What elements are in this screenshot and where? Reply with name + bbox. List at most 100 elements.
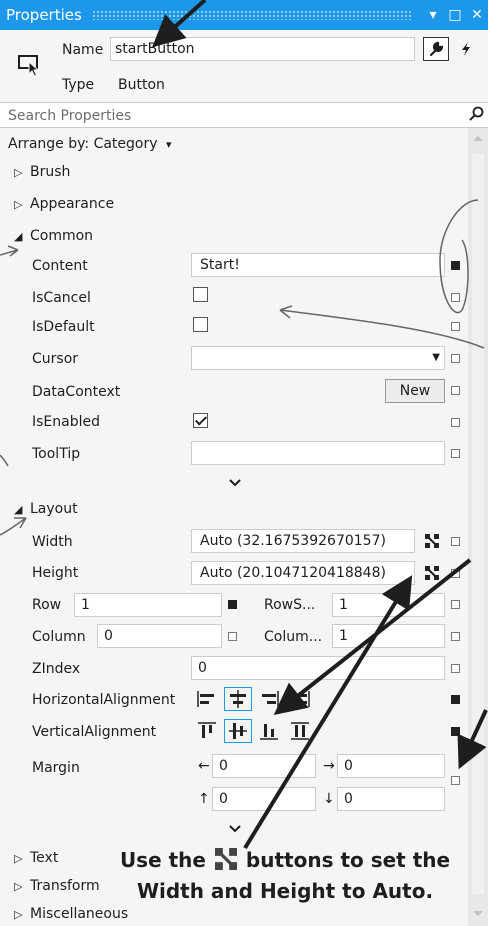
show-more-icon[interactable] — [228, 478, 242, 488]
instruction-callout: Use the buttons to set the Width and Hei… — [100, 845, 470, 907]
arrow-left-icon: ← — [198, 758, 210, 774]
search-bar — [0, 102, 488, 129]
expand-icon: ▷ — [14, 908, 23, 921]
align-stretch-vertical-icon[interactable] — [286, 719, 314, 743]
column-field[interactable]: 0 — [97, 624, 222, 648]
columnspan-label: Colum... — [264, 629, 323, 645]
title-grip[interactable] — [91, 10, 412, 20]
events-view-button[interactable] — [453, 37, 479, 61]
arrow-right-icon: → — [323, 758, 335, 774]
property-marker[interactable] — [228, 600, 237, 609]
callout-text: Use the — [119, 848, 206, 872]
properties-view-button[interactable] — [423, 37, 449, 61]
category-miscellaneous[interactable]: ▷ Miscellaneous — [14, 906, 128, 922]
align-center-button[interactable] — [224, 687, 252, 711]
halign-label: HorizontalAlignment — [32, 692, 176, 708]
isenabled-checkbox[interactable] — [193, 413, 208, 428]
align-left-icon[interactable] — [193, 687, 221, 711]
isdefault-checkbox[interactable] — [193, 317, 208, 332]
rowspan-label: RowS... — [264, 597, 316, 613]
property-marker[interactable] — [451, 632, 460, 641]
property-marker[interactable] — [451, 261, 460, 270]
button-control-icon — [18, 55, 40, 77]
align-top-icon[interactable] — [193, 719, 221, 743]
width-field[interactable]: Auto (32.1675392670157) — [191, 529, 415, 553]
column-label: Column — [32, 629, 86, 645]
margin-bottom-field[interactable]: 0 — [337, 787, 445, 811]
tooltip-field[interactable] — [191, 441, 445, 465]
category-brush[interactable]: ▷ Brush — [14, 164, 70, 180]
category-label: Transform — [30, 878, 100, 894]
property-marker[interactable] — [451, 695, 460, 704]
rowspan-field[interactable]: 1 — [332, 593, 445, 617]
property-marker[interactable] — [228, 632, 237, 641]
category-label: Text — [30, 850, 59, 866]
category-common[interactable]: ◢ Common — [14, 228, 93, 244]
category-text[interactable]: ▷ Text — [14, 850, 58, 866]
type-value: Button — [118, 77, 165, 93]
property-marker[interactable] — [451, 293, 460, 302]
category-appearance[interactable]: ▷ Appearance — [14, 196, 114, 212]
expand-icon: ▷ — [14, 880, 23, 893]
property-marker[interactable] — [451, 386, 460, 395]
property-marker[interactable] — [451, 664, 460, 673]
close-icon[interactable]: ✕ — [466, 7, 488, 23]
columnspan-field[interactable]: 1 — [332, 624, 445, 648]
name-label: Name — [62, 42, 104, 58]
new-button[interactable]: New — [385, 379, 445, 403]
tooltip-label: ToolTip — [32, 446, 81, 462]
scroll-up-icon[interactable] — [473, 136, 483, 141]
align-stretch-icon[interactable] — [286, 687, 314, 711]
row-field[interactable]: 1 — [74, 593, 222, 617]
type-label: Type — [62, 77, 95, 93]
collapse-icon: ◢ — [14, 503, 23, 516]
annotation-arrowhead — [0, 517, 27, 536]
property-marker[interactable] — [451, 727, 460, 736]
property-marker[interactable] — [451, 354, 460, 363]
search-icon[interactable] — [468, 106, 484, 122]
property-marker[interactable] — [451, 776, 460, 785]
height-field[interactable]: Auto (20.1047120418848) — [191, 561, 415, 585]
margin-left-field[interactable]: 0 — [212, 754, 316, 778]
content-field[interactable]: Start! — [191, 253, 445, 277]
category-label: Miscellaneous — [30, 906, 129, 922]
vertical-scrollbar[interactable] — [468, 128, 488, 926]
name-input[interactable] — [110, 37, 415, 61]
arrow-down-icon: ↓ — [323, 791, 335, 807]
set-auto-icon[interactable] — [425, 566, 439, 580]
margin-top-field[interactable]: 0 — [212, 787, 316, 811]
category-layout[interactable]: ◢ Layout — [14, 501, 78, 517]
scroll-thumb[interactable] — [472, 154, 484, 894]
expand-icon: ▷ — [14, 198, 23, 211]
property-marker[interactable] — [451, 569, 460, 578]
maximize-icon[interactable]: □ — [444, 7, 466, 23]
property-marker[interactable] — [451, 322, 460, 331]
margin-right-field[interactable]: 0 — [337, 754, 445, 778]
arrange-by-label: Arrange by: Category — [8, 136, 158, 152]
callout-text: buttons to set the — [245, 848, 451, 872]
annotation-curve — [0, 454, 9, 467]
dropdown-icon[interactable]: ▾ — [422, 7, 444, 23]
set-auto-icon[interactable] — [425, 534, 439, 548]
align-right-icon[interactable] — [255, 687, 283, 711]
arrange-by-dropdown[interactable]: Arrange by: Category ▾ — [8, 136, 172, 152]
zindex-field[interactable]: 0 — [191, 656, 445, 680]
category-label: Layout — [30, 501, 78, 517]
chevron-down-icon: ▼ — [432, 352, 440, 363]
isenabled-label: IsEnabled — [32, 414, 100, 430]
iscancel-checkbox[interactable] — [193, 287, 208, 302]
align-bottom-icon[interactable] — [255, 719, 283, 743]
property-marker[interactable] — [451, 449, 460, 458]
cursor-select[interactable]: ▼ — [191, 346, 445, 370]
search-input[interactable] — [0, 103, 470, 129]
scroll-down-icon[interactable] — [473, 911, 483, 916]
property-marker[interactable] — [451, 418, 460, 427]
category-label: Brush — [30, 164, 71, 180]
align-middle-button[interactable] — [224, 719, 252, 743]
collapse-icon: ◢ — [14, 230, 23, 243]
height-label: Height — [32, 565, 79, 581]
category-transform[interactable]: ▷ Transform — [14, 878, 100, 894]
property-marker[interactable] — [451, 600, 460, 609]
show-more-icon[interactable] — [228, 824, 242, 834]
property-marker[interactable] — [451, 537, 460, 546]
